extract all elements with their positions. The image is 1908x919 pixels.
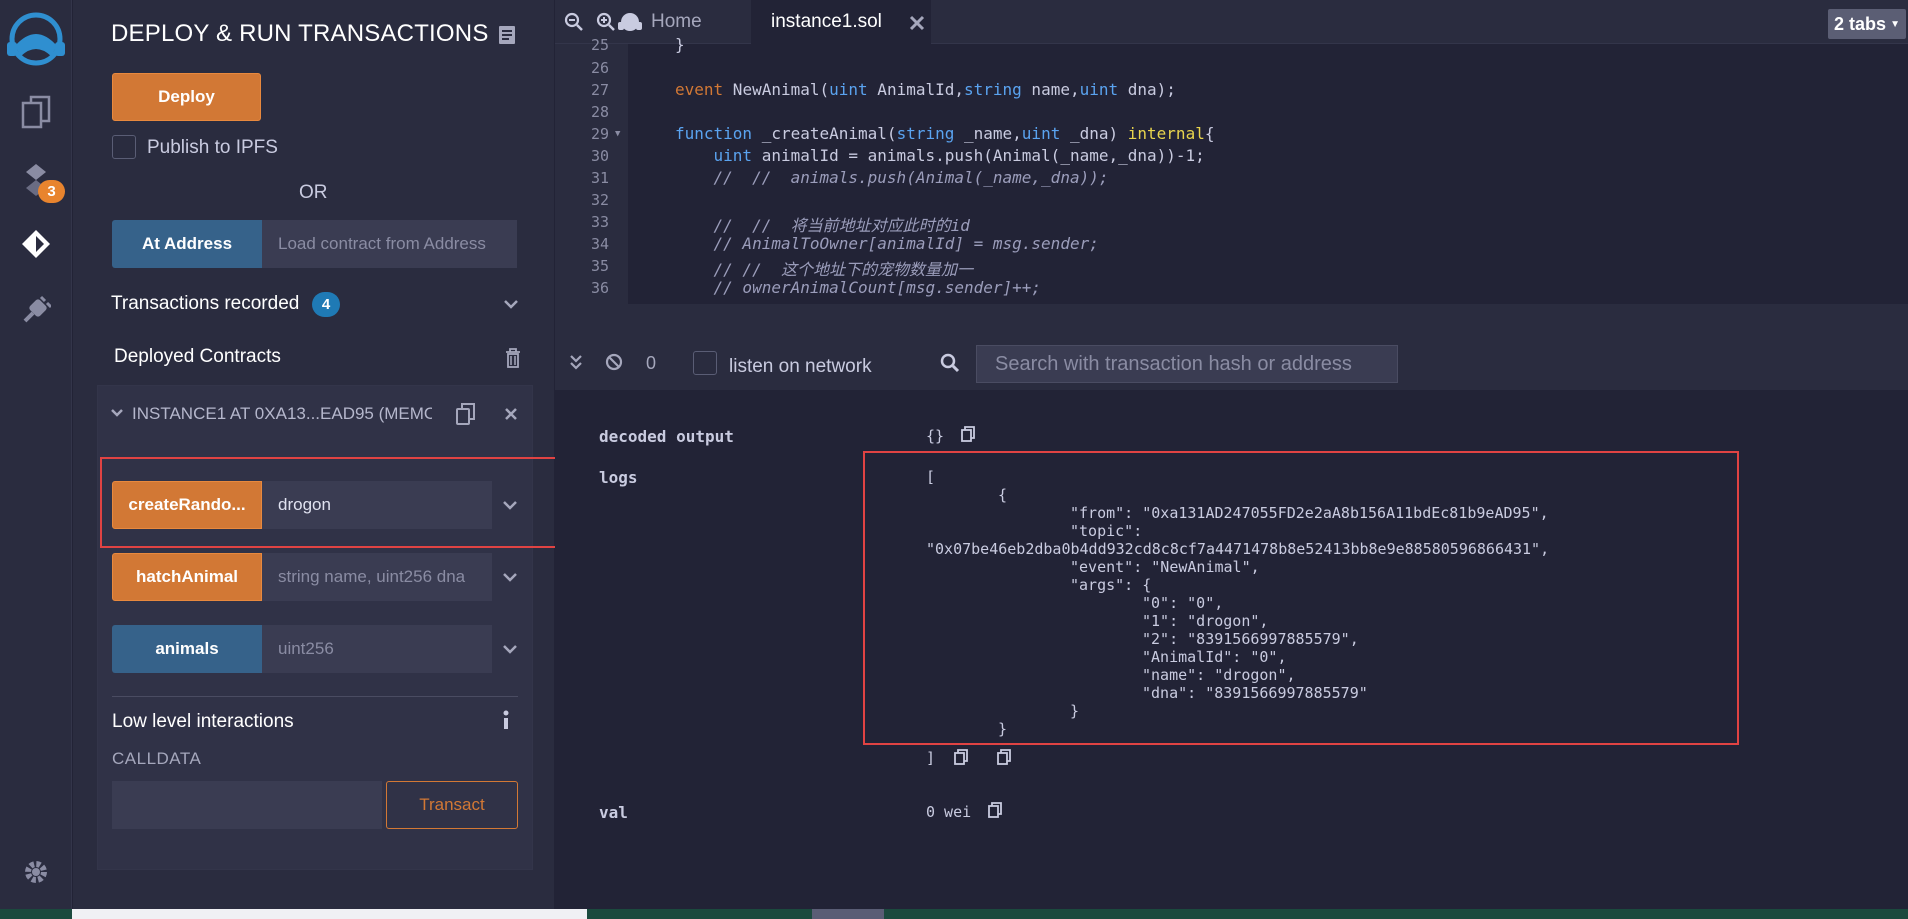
publish-ipfs-label: Publish to IPFS: [147, 137, 278, 158]
transact-button[interactable]: Transact: [386, 781, 518, 829]
tabs-count-button[interactable]: 2 tabs ▼: [1828, 9, 1906, 39]
copy-icon[interactable]: [997, 749, 1011, 765]
line-number: 33: [590, 213, 609, 231]
highlight-box: [100, 457, 580, 548]
remix-home-icon: [618, 13, 642, 31]
val-value: 0 wei: [926, 803, 972, 821]
line-number: 34: [590, 235, 609, 253]
publish-ipfs-checkbox[interactable]: [112, 135, 136, 159]
calldata-input[interactable]: [112, 781, 382, 829]
copy-icon[interactable]: [456, 403, 476, 425]
instance-title[interactable]: INSTANCE1 AT 0XA13...EAD95 (MEMORY): [132, 404, 432, 424]
trash-icon[interactable]: [505, 348, 521, 368]
settings-gear-icon[interactable]: [0, 852, 72, 892]
low-level-label: Low level interactions: [112, 711, 294, 732]
code-line: // // 将当前地址对应此时的id: [675, 216, 970, 235]
at-address-button[interactable]: At Address: [112, 220, 262, 268]
code-line: event NewAnimal(uint AnimalId,string nam…: [675, 80, 1176, 99]
chevron-down-icon[interactable]: [502, 572, 518, 582]
remix-logo-icon[interactable]: [0, 10, 72, 68]
deploy-run-icon[interactable]: [0, 224, 72, 264]
tab-bar: Home instance1.sol 2 tabs ▼: [555, 0, 1908, 44]
collapse-terminal-icon[interactable]: [569, 354, 583, 370]
chevron-down-icon[interactable]: [502, 644, 518, 654]
pending-count: 0: [646, 353, 657, 373]
horizontal-scrollbar[interactable]: [72, 909, 587, 919]
chevron-down-icon[interactable]: [503, 299, 519, 309]
line-number: 30: [590, 147, 609, 165]
deployed-contracts-label: Deployed Contracts: [114, 346, 281, 367]
logs-close-bracket: ]: [926, 749, 936, 767]
listen-network-checkbox[interactable]: [693, 351, 717, 375]
code-line: // ownerAnimalCount[msg.sender]++;: [675, 278, 1042, 297]
decoded-output-label: decoded output: [599, 427, 734, 446]
divider: [112, 696, 518, 697]
line-number: 35: [590, 257, 609, 275]
fold-arrow-icon[interactable]: ▼: [615, 129, 620, 139]
close-icon[interactable]: [504, 407, 518, 421]
code-line: // AnimalToOwner[animalId] = msg.sender;: [675, 234, 1099, 253]
zoom-out-icon[interactable]: [564, 12, 584, 32]
animals-button[interactable]: animals: [112, 625, 262, 673]
search-icon: [940, 353, 960, 373]
tab-home-label: Home: [651, 11, 702, 32]
code-line: // // 这个地址下的宠物数量加一: [675, 260, 973, 279]
line-number: 25: [590, 36, 609, 54]
line-number: 36: [590, 279, 609, 297]
at-address-input[interactable]: Load contract from Address: [262, 220, 517, 268]
documentation-icon[interactable]: [498, 25, 516, 45]
plugin-manager-icon[interactable]: [0, 290, 72, 330]
transactions-recorded-label[interactable]: Transactions recorded: [111, 293, 299, 315]
copy-icon[interactable]: [961, 426, 975, 442]
line-number: 32: [590, 191, 609, 209]
chevron-down-icon[interactable]: [110, 408, 124, 418]
code-editor[interactable]: 25 26 27 28 29 ▼ 30 31 32 33 34 35 36 } …: [555, 35, 1908, 304]
tab-instance1[interactable]: instance1.sol: [751, 0, 931, 44]
line-number: 31: [590, 169, 609, 187]
clear-console-icon[interactable]: [605, 353, 623, 371]
code-line: function _createAnimal(string _name,uint…: [675, 124, 1215, 143]
transactions-recorded-badge: 4: [312, 292, 340, 317]
line-number: 26: [590, 59, 609, 77]
copy-icon[interactable]: [954, 749, 968, 765]
decoded-output-value: {}: [926, 427, 945, 445]
calldata-label: CALLDATA: [112, 749, 202, 768]
tab-instance1-label: instance1.sol: [771, 11, 882, 32]
hatch-animal-button[interactable]: hatchAnimal: [112, 553, 262, 601]
animals-input[interactable]: uint256: [262, 625, 492, 673]
or-label: OR: [299, 182, 328, 203]
line-number: 28: [590, 103, 609, 121]
close-icon[interactable]: [909, 15, 925, 31]
tab-home[interactable]: Home: [617, 0, 702, 44]
zoom-in-icon[interactable]: [596, 12, 616, 32]
listen-network-label: listen on network: [729, 356, 872, 377]
copy-icon[interactable]: [988, 802, 1002, 818]
logs-label: logs: [599, 468, 638, 487]
panel-title: DEPLOY & RUN TRANSACTIONS: [111, 20, 489, 47]
code-line: }: [675, 35, 685, 54]
status-bar: [0, 909, 1908, 919]
scroll-thumb[interactable]: [812, 909, 884, 919]
val-label: val: [599, 803, 628, 822]
plugin-badge: 3: [38, 180, 65, 203]
code-line: uint animalId = animals.push(Animal(_nam…: [713, 146, 1205, 165]
icon-bar: 3: [0, 0, 72, 919]
line-number: 29: [590, 125, 609, 143]
info-icon[interactable]: [502, 710, 510, 730]
transaction-search-input[interactable]: Search with transaction hash or address: [976, 345, 1398, 383]
file-explorer-icon[interactable]: [0, 92, 72, 132]
deploy-button[interactable]: Deploy: [112, 73, 261, 121]
code-line: // // animals.push(Animal(_name,_dna));: [675, 168, 1109, 187]
line-number: 27: [590, 81, 609, 99]
highlight-box: [863, 451, 1739, 745]
hatch-animal-input[interactable]: string name, uint256 dna: [262, 553, 492, 601]
terminal-toolbar: 0 listen on network Search with transact…: [555, 304, 1908, 390]
